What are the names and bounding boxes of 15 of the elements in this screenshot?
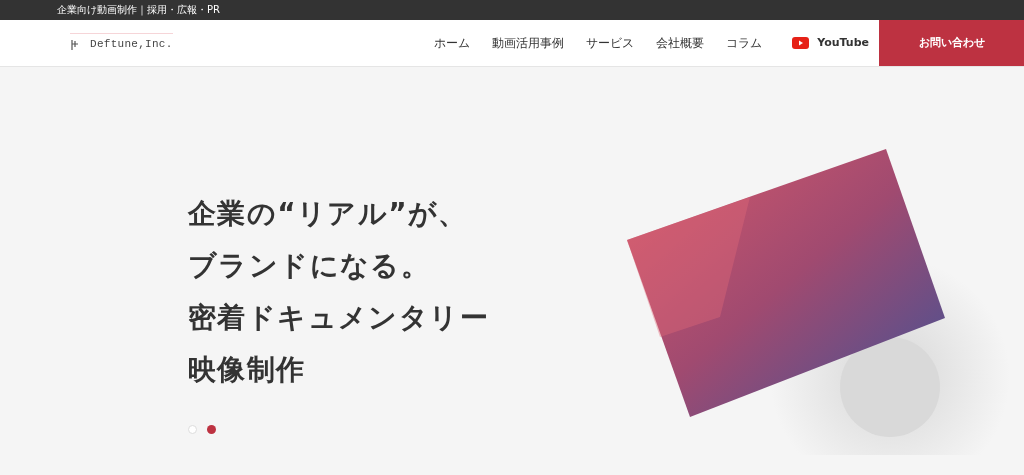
play-icon xyxy=(792,37,810,49)
logo-link[interactable]: Deftune,Inc. xyxy=(90,36,173,53)
nav-link[interactable]: 動画活用事例 xyxy=(492,34,565,52)
youtube-link[interactable]: YouTube xyxy=(792,34,869,52)
headline-line: 映像制作 xyxy=(188,353,307,387)
nav-link[interactable]: コラム xyxy=(726,34,763,52)
contact-button[interactable]: お問い合わせ xyxy=(879,20,1024,66)
nav-link[interactable]: ホーム xyxy=(434,34,471,52)
nav-link[interactable]: 会社概要 xyxy=(656,34,705,52)
logo-icon xyxy=(70,38,80,51)
headline-line: ブランドになる。 xyxy=(188,249,432,283)
headline-line: 企業の“リアル”が、 xyxy=(188,197,469,231)
headline-line: 密着ドキュメンタリー xyxy=(188,301,490,335)
nav-link[interactable]: サービス xyxy=(586,34,635,52)
tagline: 企業向け動画制作｜採用・広報・PR xyxy=(57,5,220,15)
